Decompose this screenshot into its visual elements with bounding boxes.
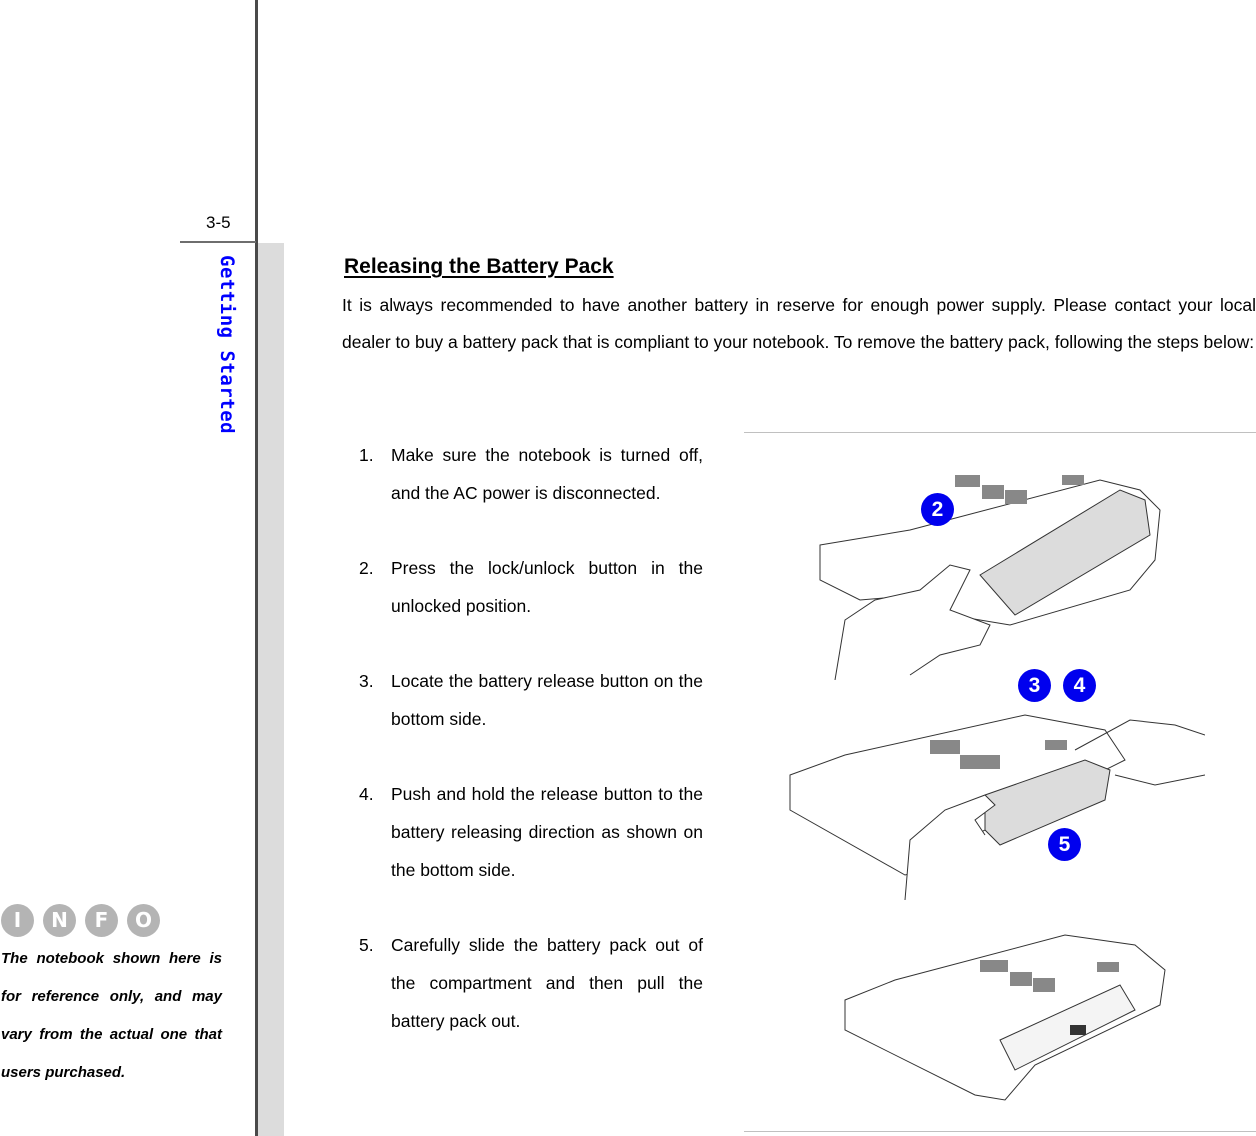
vent-grille <box>1062 475 1084 485</box>
step-text: Press the lock/unlock button in the unlo… <box>391 558 703 616</box>
info-icon-group: I N F O <box>1 904 160 937</box>
illustration-unlock-battery <box>819 475 1161 680</box>
step-4-badge: 4 <box>1063 669 1096 702</box>
intro-paragraph: It is always recommended to have another… <box>342 295 1256 352</box>
step-text: Push and hold the release button to the … <box>391 784 703 880</box>
vent-grille <box>982 485 1004 499</box>
step-number: 5. <box>359 935 374 955</box>
step-text: Locate the battery release button on the… <box>391 671 703 729</box>
info-letter-o-icon: O <box>127 904 160 937</box>
battery-connector <box>1070 1025 1086 1035</box>
step-text: Carefully slide the battery pack out of … <box>391 935 703 1031</box>
step-number: 2. <box>359 558 374 578</box>
vent-grille <box>1005 490 1027 504</box>
vent-grille <box>1010 972 1032 986</box>
step-3-badge: 3 <box>1018 669 1051 702</box>
step-item: 3. Locate the battery release button on t… <box>359 662 703 738</box>
step-item: 5. Carefully slide the battery pack out o… <box>359 926 703 1040</box>
figure-bottom-rule <box>744 1131 1256 1132</box>
step-5-badge: 5 <box>1048 828 1081 861</box>
info-letter-i-icon: I <box>1 904 34 937</box>
step-text: Make sure the notebook is turned off, an… <box>391 445 703 503</box>
vent-grille <box>955 475 980 487</box>
page-number: 3-5 <box>206 213 231 232</box>
illustration-slide-battery <box>789 714 1205 900</box>
step-item: 4. Push and hold the release button to th… <box>359 775 703 889</box>
section-title: Releasing the Battery Pack <box>344 255 614 278</box>
steps-list: 1. Make sure the notebook is turned off, … <box>359 436 703 1077</box>
info-letter-n-icon: N <box>43 904 76 937</box>
page-number-rule <box>180 241 256 243</box>
step-number: 3. <box>359 671 374 691</box>
vent-grille <box>960 755 1000 769</box>
step-number: 4. <box>359 784 374 804</box>
vent-grille <box>980 960 1008 972</box>
step-item: 1. Make sure the notebook is turned off, … <box>359 436 703 512</box>
step-item: 2. Press the lock/unlock button in the un… <box>359 549 703 625</box>
margin-gray-band <box>258 243 284 1136</box>
illustration-battery-removed <box>844 934 1166 1101</box>
vent-grille <box>930 740 960 754</box>
chapter-title: Getting Started <box>216 255 238 435</box>
info-note-text: The notebook shown here is for reference… <box>1 950 222 1081</box>
vent-grille <box>1033 978 1055 992</box>
step-2-badge: 2 <box>921 493 954 526</box>
info-letter-f-icon: F <box>85 904 118 937</box>
vent-grille <box>1045 740 1067 750</box>
figure-top-rule <box>744 432 1256 433</box>
step-number: 1. <box>359 445 374 465</box>
vent-grille <box>1097 962 1119 972</box>
